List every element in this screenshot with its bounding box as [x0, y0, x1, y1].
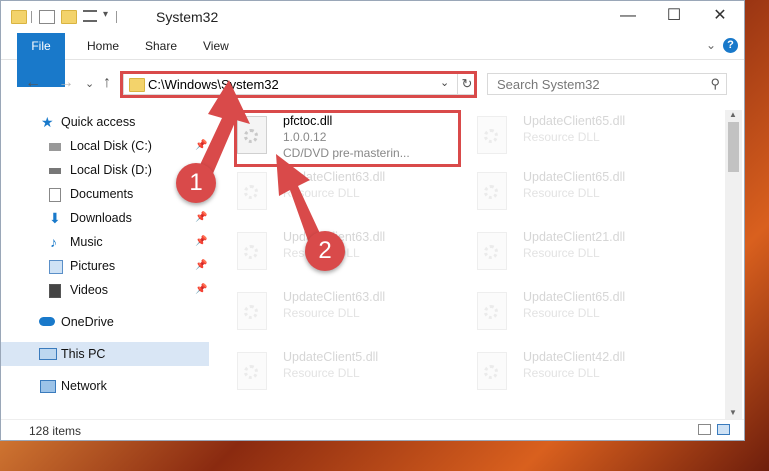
step-badge-2: 2	[305, 231, 345, 271]
step-badge-1: 1	[176, 163, 216, 203]
annotation-overlay	[190, 80, 324, 252]
